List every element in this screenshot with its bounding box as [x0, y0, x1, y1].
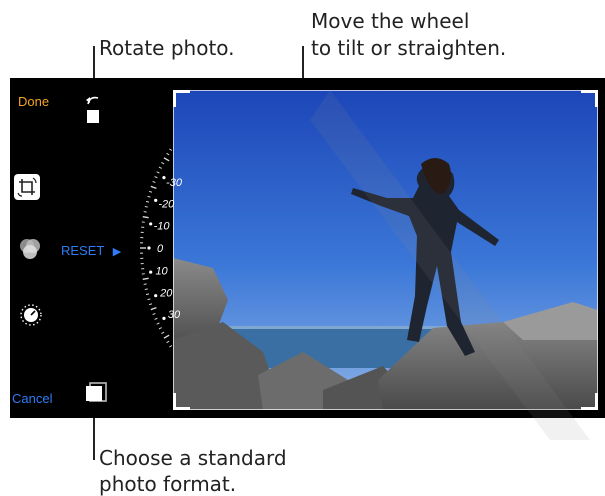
dial-tick	[147, 298, 151, 301]
dial-dot	[162, 176, 166, 180]
dial-label: 0	[157, 243, 164, 255]
dial-tick	[142, 277, 149, 280]
dial-tick	[169, 148, 173, 151]
dial-tick	[158, 166, 162, 169]
dial-tick	[156, 322, 160, 325]
dial-tick	[150, 306, 157, 311]
dial-tick	[150, 185, 157, 190]
dial-tick	[142, 216, 149, 219]
dial-dot	[149, 270, 153, 274]
dial-tick	[143, 211, 147, 213]
dial-tick	[154, 317, 158, 320]
callout-wheel-line1: Move the wheel	[311, 9, 470, 33]
dial-tick	[147, 195, 151, 198]
dial-dot	[154, 294, 158, 298]
dial-tick	[166, 152, 170, 156]
dial-dot	[147, 246, 151, 250]
dial-label: -30	[166, 177, 183, 189]
dial-label: 20	[159, 288, 173, 300]
crop-frame	[173, 90, 598, 410]
dial-tick	[148, 190, 153, 193]
dial-tick	[148, 303, 153, 306]
dial-dot	[149, 222, 153, 226]
dial-tick	[163, 334, 170, 339]
dial-tick	[161, 331, 165, 335]
dial-tick	[152, 312, 156, 316]
dial-tick	[145, 200, 150, 203]
callout-format-line1: Choose a standard	[99, 446, 287, 470]
callout-rotate: Rotate photo.	[99, 36, 235, 60]
dial-label: 10	[155, 266, 168, 278]
dial-tick	[166, 340, 170, 344]
callout-format-line2: photo format.	[99, 472, 237, 496]
dial-tick	[161, 161, 165, 165]
dial-label: -20	[158, 198, 175, 210]
dial-tick	[152, 180, 156, 184]
dial-dot	[154, 198, 158, 202]
dial-tick	[144, 205, 148, 208]
edited-photo[interactable]	[173, 90, 598, 410]
dial-tick	[169, 345, 173, 348]
dial-tick	[154, 176, 158, 179]
dial-tick	[158, 327, 162, 330]
dial-tick	[156, 171, 160, 174]
dial-dot	[162, 316, 166, 320]
callout-wheel-line2: to tilt or straighten.	[311, 36, 507, 60]
dial-label: 30	[168, 309, 181, 321]
dial-tick	[143, 283, 147, 285]
photo-editor-screen: Done RESET ▶ Cancel -30 -20 -10 0 10 20 …	[10, 78, 605, 418]
dial-tick	[145, 293, 150, 296]
straighten-dial[interactable]: -30 -20 -10 0 10 20 30	[10, 78, 210, 418]
dial-tick	[163, 157, 170, 162]
dial-label: -10	[154, 220, 171, 232]
dial-tick	[144, 288, 148, 291]
